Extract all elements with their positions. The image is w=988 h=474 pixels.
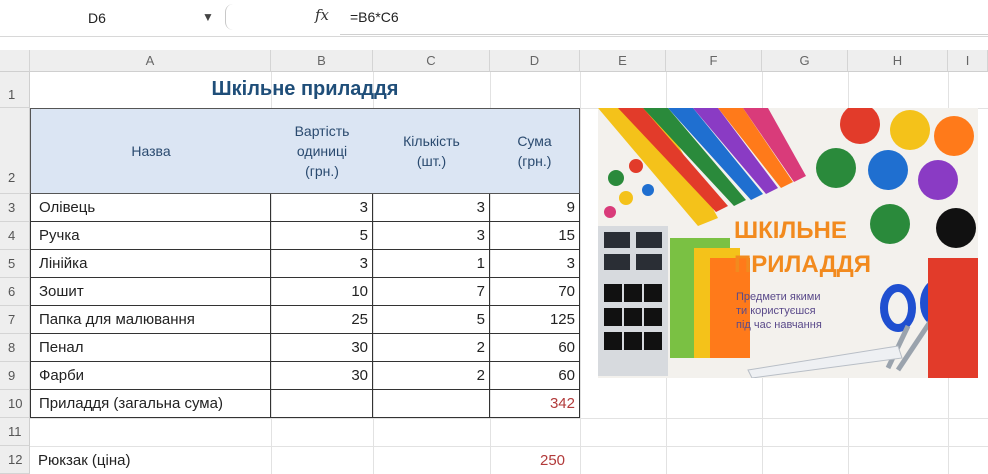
cell-item-name[interactable]: Лінійка	[30, 250, 271, 278]
header-quantity-line1: Кількість	[403, 133, 460, 149]
cell-item-sum[interactable]: 15	[490, 222, 580, 250]
column-header-f[interactable]: F	[666, 50, 762, 72]
cell-item-price[interactable]: 3	[271, 250, 373, 278]
cell-reference: D6	[88, 10, 106, 26]
sheet-title[interactable]: Шкільне приладдя	[30, 74, 580, 104]
cell-item-name[interactable]: Ручка	[30, 222, 271, 250]
header-name-label: Назва	[131, 143, 171, 159]
row-header-4[interactable]: 4	[0, 222, 30, 250]
formula-input[interactable]: =B6*C6	[350, 9, 399, 25]
row-header-6[interactable]: 6	[0, 278, 30, 306]
name-box[interactable]: D6 ▼	[28, 6, 238, 30]
poster-caption-line1: Предмети якими	[736, 291, 821, 303]
row-header-9[interactable]: 9	[0, 362, 30, 390]
cell-total-qty[interactable]	[373, 390, 490, 418]
row-header-12[interactable]: 12	[0, 446, 30, 474]
poster-caption-line3: під час навчання	[736, 319, 822, 331]
calculator-icon	[598, 226, 668, 376]
column-header-i[interactable]: I	[948, 50, 988, 72]
cell-backpack-label[interactable]: Рюкзак (ціна)	[38, 452, 130, 469]
cell-item-qty[interactable]: 5	[373, 306, 490, 334]
cell-item-name[interactable]: Зошит	[30, 278, 271, 306]
cell-total-label[interactable]: Приладдя (загальна сума)	[30, 390, 271, 418]
cell-item-name[interactable]: Пенал	[30, 334, 271, 362]
cell-item-sum[interactable]: 60	[490, 334, 580, 362]
cell-item-price[interactable]: 25	[271, 306, 373, 334]
cell-item-price[interactable]: 30	[271, 362, 373, 390]
row-header-11[interactable]: 11	[0, 418, 30, 446]
cell-item-name[interactable]: Фарби	[30, 362, 271, 390]
paper-stack-icon	[928, 258, 978, 378]
column-header-c[interactable]: C	[373, 50, 490, 72]
header-quantity[interactable]: Кількість (шт.)	[373, 108, 491, 194]
column-header-b[interactable]: B	[271, 50, 373, 72]
cell-item-name[interactable]: Олівець	[30, 194, 271, 222]
select-all-corner[interactable]	[0, 50, 30, 72]
cell-item-sum[interactable]: 9	[490, 194, 580, 222]
header-unit-cost-line1: Вартість	[294, 123, 350, 139]
school-supplies-image[interactable]: ШКІЛЬНЕ ПРИЛАДДЯ Предмети якими ти корис…	[598, 108, 978, 378]
header-unit-cost[interactable]: Вартість одиниці (грн.)	[271, 108, 374, 194]
cell-item-qty[interactable]: 3	[373, 194, 490, 222]
formula-bar-separator	[225, 4, 240, 30]
cell-item-qty[interactable]: 2	[373, 362, 490, 390]
row-header-7[interactable]: 7	[0, 306, 30, 334]
cell-item-sum[interactable]: 125	[490, 306, 580, 334]
formula-bar: D6 ▼ fx =B6*C6	[0, 0, 988, 37]
column-header-d[interactable]: D	[490, 50, 580, 72]
column-header-h[interactable]: H	[848, 50, 948, 72]
chevron-down-icon[interactable]: ▼	[202, 10, 214, 24]
header-unit-cost-line2: одиниці	[296, 143, 348, 159]
poster-title-line2: ПРИЛАДДЯ	[734, 251, 871, 278]
poster-caption-line2: ти користуєшся	[736, 305, 816, 317]
header-sum-line2: (грн.)	[517, 153, 552, 169]
cell-item-price[interactable]: 3	[271, 194, 373, 222]
row-header-3[interactable]: 3	[0, 194, 30, 222]
cell-item-qty[interactable]: 1	[373, 250, 490, 278]
column-header-g[interactable]: G	[762, 50, 848, 72]
cell-item-sum[interactable]: 3	[490, 250, 580, 278]
row-header-8[interactable]: 8	[0, 334, 30, 362]
header-unit-cost-line3: (грн.)	[305, 163, 339, 179]
cell-item-sum[interactable]: 60	[490, 362, 580, 390]
row-header-5[interactable]: 5	[0, 250, 30, 278]
cell-item-price[interactable]: 30	[271, 334, 373, 362]
cell-item-qty[interactable]: 2	[373, 334, 490, 362]
header-sum-line1: Сума	[517, 133, 552, 149]
school-supplies-illustration: ШКІЛЬНЕ ПРИЛАДДЯ Предмети якими ти корис…	[598, 108, 978, 378]
cell-backpack-value[interactable]: 250	[540, 452, 565, 469]
column-header-e[interactable]: E	[580, 50, 666, 72]
column-header-a[interactable]: A	[30, 50, 271, 72]
poster-title-line1: ШКІЛЬНЕ	[734, 217, 847, 244]
header-sum[interactable]: Сума (грн.)	[490, 108, 580, 194]
cell-total-sum[interactable]: 342	[490, 390, 580, 418]
cell-item-price[interactable]: 5	[271, 222, 373, 250]
row-header-10[interactable]: 10	[0, 390, 30, 418]
cell-total-price[interactable]	[271, 390, 373, 418]
header-quantity-line2: (шт.)	[416, 153, 447, 169]
row-header-2[interactable]: 2	[0, 108, 30, 194]
cell-item-qty[interactable]: 3	[373, 222, 490, 250]
header-name[interactable]: Назва	[30, 108, 272, 194]
formula-underline	[340, 34, 988, 35]
gridline	[580, 72, 581, 474]
function-icon[interactable]: fx	[315, 6, 329, 24]
gridline	[30, 418, 988, 419]
cell-item-qty[interactable]: 7	[373, 278, 490, 306]
cell-item-name[interactable]: Папка для малювання	[30, 306, 271, 334]
cell-item-price[interactable]: 10	[271, 278, 373, 306]
row-header-1[interactable]: 1	[0, 72, 30, 108]
cell-item-sum[interactable]: 70	[490, 278, 580, 306]
gridline	[30, 446, 988, 447]
